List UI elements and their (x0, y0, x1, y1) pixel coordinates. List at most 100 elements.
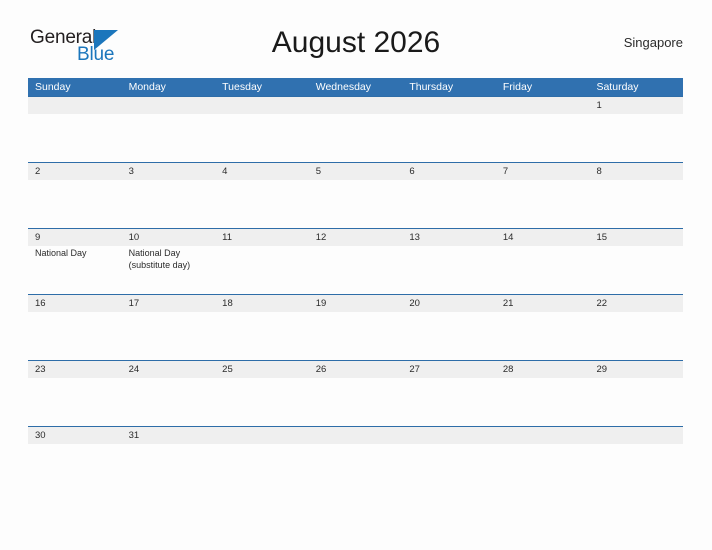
day-event-text: National Day (substitute day) (128, 248, 191, 270)
day-number[interactable]: 11 (215, 229, 309, 246)
day-cell[interactable] (496, 246, 590, 294)
day-cell[interactable] (309, 114, 403, 162)
day-cell[interactable] (309, 378, 403, 426)
week-date-number-band: 16 17 18 19 20 21 22 (28, 295, 683, 312)
week-date-number-band: 1 (28, 97, 683, 114)
day-cell[interactable] (309, 180, 403, 228)
day-number[interactable] (215, 97, 309, 114)
day-number[interactable]: 8 (589, 163, 683, 180)
day-cell[interactable] (496, 180, 590, 228)
day-number[interactable]: 7 (496, 163, 590, 180)
day-number[interactable]: 18 (215, 295, 309, 312)
weekday-header-wednesday: Wednesday (315, 81, 371, 93)
day-cell[interactable] (589, 444, 683, 492)
day-cell[interactable] (122, 378, 216, 426)
day-number[interactable]: 17 (122, 295, 216, 312)
day-number[interactable] (402, 427, 496, 444)
day-number[interactable]: 19 (309, 295, 403, 312)
day-number[interactable]: 22 (589, 295, 683, 312)
day-number[interactable]: 4 (215, 163, 309, 180)
day-cell[interactable] (215, 378, 309, 426)
day-number[interactable] (496, 97, 590, 114)
day-number[interactable]: 6 (402, 163, 496, 180)
day-cell[interactable] (402, 378, 496, 426)
day-number[interactable]: 31 (122, 427, 216, 444)
day-cell[interactable]: National Day (28, 246, 122, 294)
day-cell[interactable] (402, 246, 496, 294)
day-cell[interactable]: National Day (substitute day) (122, 246, 216, 294)
day-cell[interactable] (215, 312, 309, 360)
weekday-header-friday: Friday (502, 81, 533, 93)
day-cell[interactable] (122, 180, 216, 228)
weekday-header-row: Sunday Monday Tuesday Wednesday Thursday… (28, 78, 683, 96)
day-cell[interactable] (28, 444, 122, 492)
day-cell[interactable] (215, 114, 309, 162)
day-number[interactable]: 9 (28, 229, 122, 246)
day-number[interactable]: 25 (215, 361, 309, 378)
day-cell[interactable] (402, 444, 496, 492)
day-number[interactable] (589, 427, 683, 444)
day-cell[interactable] (589, 180, 683, 228)
day-number[interactable] (402, 97, 496, 114)
day-number[interactable]: 14 (496, 229, 590, 246)
day-number[interactable]: 27 (402, 361, 496, 378)
day-number[interactable]: 13 (402, 229, 496, 246)
weekday-header-monday: Monday (128, 81, 166, 93)
week-event-band (28, 180, 683, 228)
calendar-page: General Blue August 2026 Singapore Sunda… (0, 0, 712, 550)
day-cell[interactable] (589, 114, 683, 162)
day-number[interactable] (122, 97, 216, 114)
day-number[interactable]: 10 (122, 229, 216, 246)
day-number[interactable] (496, 427, 590, 444)
day-cell[interactable] (309, 246, 403, 294)
day-cell[interactable] (28, 180, 122, 228)
day-cell[interactable] (122, 312, 216, 360)
day-number[interactable]: 3 (122, 163, 216, 180)
day-cell[interactable] (496, 378, 590, 426)
day-cell[interactable] (28, 378, 122, 426)
day-number[interactable]: 23 (28, 361, 122, 378)
day-number[interactable]: 16 (28, 295, 122, 312)
day-number[interactable]: 12 (309, 229, 403, 246)
day-number[interactable]: 26 (309, 361, 403, 378)
day-number[interactable]: 20 (402, 295, 496, 312)
day-cell[interactable] (309, 312, 403, 360)
day-number[interactable] (309, 427, 403, 444)
day-number[interactable]: 30 (28, 427, 122, 444)
day-number[interactable]: 24 (122, 361, 216, 378)
day-cell[interactable] (28, 312, 122, 360)
day-number[interactable]: 28 (496, 361, 590, 378)
day-cell[interactable] (589, 378, 683, 426)
day-number[interactable] (215, 427, 309, 444)
day-number[interactable]: 2 (28, 163, 122, 180)
day-cell[interactable] (215, 180, 309, 228)
day-cell[interactable] (215, 246, 309, 294)
day-cell[interactable] (496, 312, 590, 360)
week-event-band (28, 114, 683, 162)
day-cell[interactable] (589, 246, 683, 294)
week-date-number-band: 30 31 (28, 427, 683, 444)
calendar-week-row: 2 3 4 5 6 7 8 (28, 162, 683, 228)
day-cell[interactable] (496, 114, 590, 162)
week-event-band (28, 312, 683, 360)
day-number[interactable]: 5 (309, 163, 403, 180)
day-number[interactable]: 1 (589, 97, 683, 114)
day-number[interactable] (309, 97, 403, 114)
day-number[interactable]: 15 (589, 229, 683, 246)
day-cell[interactable] (215, 444, 309, 492)
day-number[interactable]: 29 (589, 361, 683, 378)
day-event-text: National Day (35, 248, 87, 258)
day-number[interactable] (28, 97, 122, 114)
week-date-number-band: 2 3 4 5 6 7 8 (28, 163, 683, 180)
day-number[interactable]: 21 (496, 295, 590, 312)
day-cell[interactable] (309, 444, 403, 492)
day-cell[interactable] (28, 114, 122, 162)
day-cell[interactable] (122, 444, 216, 492)
day-cell[interactable] (402, 312, 496, 360)
weekday-header-saturday: Saturday (596, 81, 639, 93)
day-cell[interactable] (496, 444, 590, 492)
day-cell[interactable] (402, 114, 496, 162)
day-cell[interactable] (122, 114, 216, 162)
day-cell[interactable] (402, 180, 496, 228)
day-cell[interactable] (589, 312, 683, 360)
